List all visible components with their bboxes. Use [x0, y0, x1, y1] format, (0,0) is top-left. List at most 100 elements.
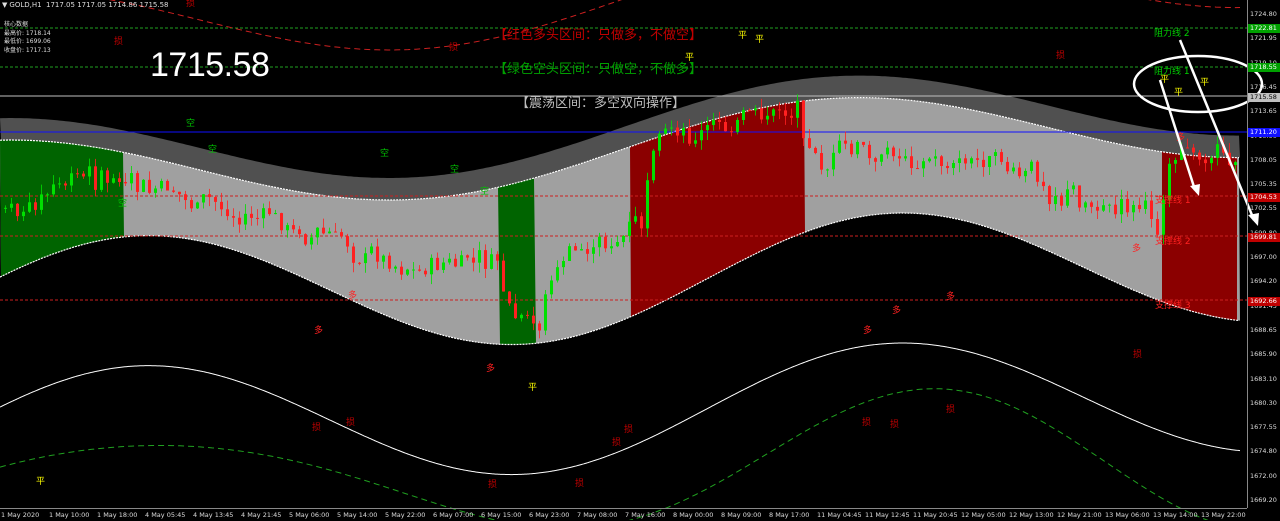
- info-line: 最低价: 1699.06: [4, 38, 51, 45]
- candle-body: [1054, 196, 1057, 205]
- candle-body: [928, 158, 931, 162]
- candle-body: [58, 183, 61, 185]
- signal-short-mark: 空: [208, 143, 217, 155]
- time-tick: 12 May 13:00: [1009, 511, 1054, 519]
- candle-body: [982, 159, 985, 168]
- candle-body: [268, 208, 271, 215]
- candle-body: [1042, 181, 1045, 187]
- candle-body: [1198, 152, 1201, 160]
- candle-body: [946, 165, 949, 169]
- candle-body: [610, 246, 613, 249]
- time-tick: 5 May 06:00: [289, 511, 330, 519]
- signal-stop-mark: 损: [1056, 49, 1065, 61]
- candle-body: [688, 128, 691, 144]
- price-tick: 1672.00: [1250, 471, 1277, 480]
- candle-body: [394, 266, 397, 269]
- candle-body: [52, 184, 55, 195]
- candle-body: [898, 156, 901, 159]
- price-level-label: 1722.81: [1248, 24, 1280, 33]
- signal-close-mark: 平: [738, 30, 747, 41]
- signal-stop-mark: 损: [575, 477, 584, 489]
- candle-body: [4, 207, 7, 209]
- candle-body: [994, 152, 997, 157]
- candle-body: [1060, 196, 1063, 206]
- candle-body: [790, 115, 793, 118]
- candle-body: [1144, 200, 1147, 210]
- candle-body: [814, 147, 817, 154]
- candle-body: [712, 119, 715, 126]
- price-tick: 1683.10: [1250, 374, 1277, 383]
- candle-body: [1234, 162, 1237, 166]
- current-price-display: 1715.58: [150, 46, 270, 84]
- candle-body: [1096, 206, 1099, 211]
- candle-body: [820, 153, 823, 170]
- resist-line-2-label: 阻力线 2: [1154, 27, 1190, 39]
- time-tick: 1 May 2020: [1, 511, 40, 519]
- candle-body: [352, 246, 355, 263]
- candle-body: [1048, 186, 1051, 205]
- candle-body: [952, 163, 955, 169]
- candle-body: [622, 235, 625, 243]
- candle-body: [700, 130, 703, 141]
- candle-body: [178, 191, 181, 195]
- candle-body: [826, 169, 829, 171]
- price-tick: 1680.30: [1250, 398, 1277, 407]
- candle-body: [118, 178, 121, 182]
- candle-body: [142, 179, 145, 192]
- candle-body: [886, 147, 889, 155]
- candle-body: [418, 269, 421, 271]
- chart-header: ▼ GOLD,H1 1717.05 1717.05 1714.86 1715.58: [2, 1, 168, 9]
- candle-body: [652, 150, 655, 181]
- candle-body: [400, 266, 403, 275]
- candle-body: [934, 156, 937, 159]
- candle-body: [808, 138, 811, 148]
- signal-long-mark: 多: [892, 304, 901, 316]
- candle-body: [1090, 202, 1093, 207]
- candle-body: [436, 257, 439, 270]
- candle-body: [1204, 159, 1207, 164]
- dropdown-triangle-icon[interactable]: ▼: [2, 1, 7, 9]
- support-line-2-label: 支撑线 2: [1155, 235, 1191, 247]
- signal-close-mark: 平: [36, 476, 45, 487]
- signal-long-mark: 多: [486, 362, 495, 374]
- time-tick: 5 May 22:00: [385, 511, 426, 519]
- candle-body: [592, 247, 595, 254]
- candle-body: [976, 158, 979, 160]
- legend-range-zone: 【震荡区间：多空双向操作】: [516, 96, 686, 111]
- candle-body: [874, 158, 877, 162]
- candle-body: [64, 183, 67, 186]
- price-tick: 1724.80: [1250, 10, 1277, 18]
- candle-body: [832, 152, 835, 170]
- candle-body: [724, 122, 727, 132]
- candle-body: [970, 158, 973, 164]
- candle-body: [244, 213, 247, 225]
- info-panel: 核心数据 最高价: 1718.14 最低价: 1699.06 收盘价: 1717…: [4, 21, 51, 55]
- candle-body: [1024, 170, 1027, 177]
- candle-body: [10, 203, 13, 208]
- candle-body: [388, 255, 391, 269]
- candle-body: [250, 213, 253, 218]
- price-tick: 1705.35: [1250, 180, 1277, 189]
- candle-body: [130, 173, 133, 184]
- signal-stop-mark: 损: [488, 478, 497, 490]
- candle-body: [538, 323, 541, 331]
- price-tick: 1677.55: [1250, 423, 1277, 432]
- candle-body: [556, 267, 559, 281]
- candle-body: [1210, 157, 1213, 164]
- signal-long-mark: 多: [1132, 242, 1141, 254]
- candle-body: [490, 254, 493, 269]
- signal-short-mark: 空: [118, 197, 127, 209]
- candle-body: [784, 110, 787, 116]
- candle-body: [424, 270, 427, 275]
- candle-body: [94, 166, 97, 190]
- candle-body: [208, 194, 211, 198]
- signal-stop-mark: 损: [312, 421, 321, 433]
- signal-long-mark: 多: [946, 290, 955, 302]
- support-line-3-label: 支撑线 3: [1155, 299, 1191, 311]
- time-tick: 8 May 09:00: [721, 511, 762, 519]
- candle-body: [502, 260, 505, 292]
- legend-green-zone: 【绿色空头区间：只做空，不做多】: [494, 62, 703, 77]
- candle-body: [604, 236, 607, 249]
- candle-body: [718, 119, 721, 123]
- candle-body: [568, 246, 571, 262]
